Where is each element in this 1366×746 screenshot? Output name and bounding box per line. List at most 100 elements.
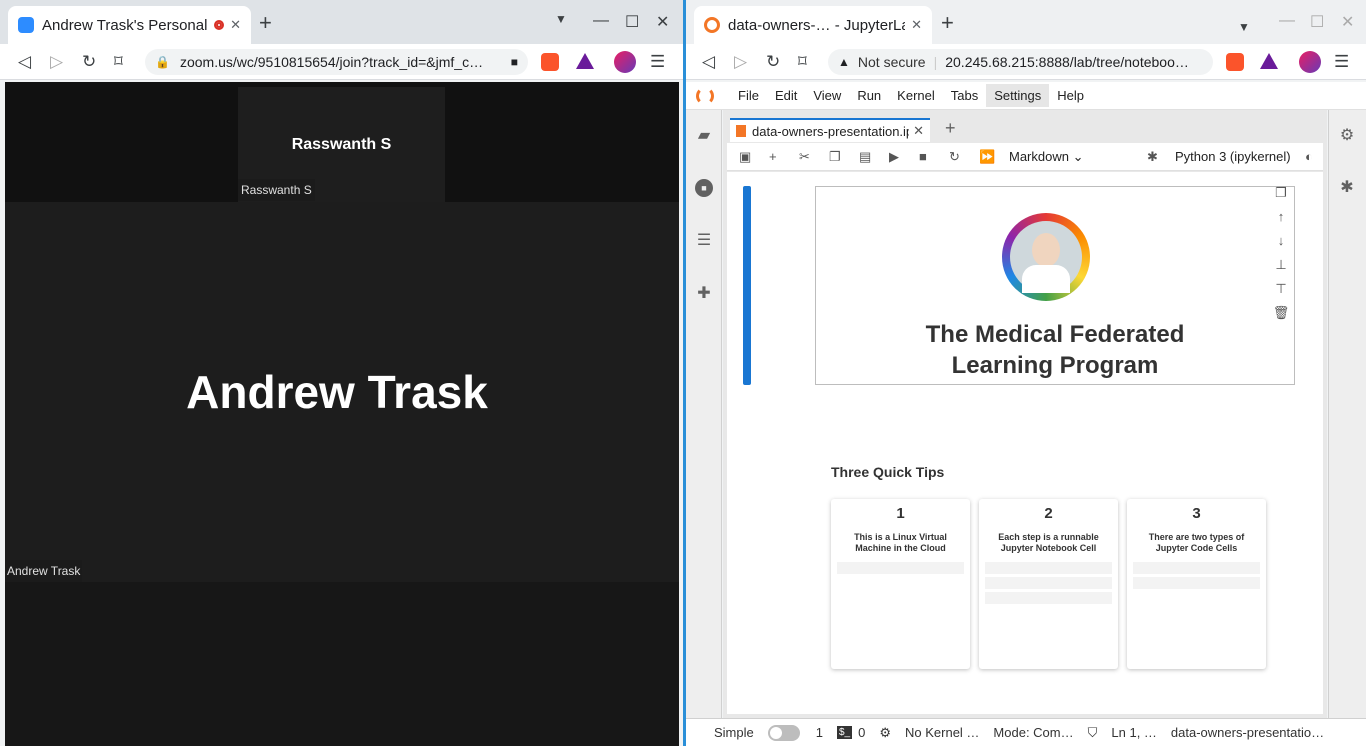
new-tab-icon[interactable]: + [259,12,272,34]
reload-icon[interactable]: ↻ [766,52,780,72]
cell-type-select[interactable]: Markdown ⌄ [1009,149,1083,165]
tab-search-icon[interactable]: ▼ [1238,20,1250,34]
forward-icon[interactable]: ▷ [50,52,63,72]
main-participant-label: Andrew Trask [5,560,83,582]
tab-title: data-owners-… - JupyterLab [728,16,906,34]
address-bar[interactable]: 🔒 zoom.us/wc/9510815654/join?track_id=&j… [145,49,528,75]
simple-mode-toggle[interactable] [767,724,800,741]
extension-icon[interactable]: ✚ [695,285,713,303]
tip-body [837,562,964,589]
delete-cell-icon[interactable]: 🗑 [1271,301,1291,325]
jupyter-menubar: File Edit View Run Kernel Tabs Settings … [686,82,1366,110]
kernel-status-icon: ◐ [1305,149,1313,164]
program-logo [1002,213,1090,301]
brave-rewards-icon[interactable] [576,53,594,69]
new-launcher-icon[interactable]: + [945,118,956,139]
duplicate-cell-icon[interactable]: ❐ [1271,181,1291,205]
minimize-icon[interactable]: — [593,12,609,30]
bookmark-icon[interactable]: ⌑ [114,52,123,72]
markdown-cell[interactable]: The Medical Federated Learning Program ❐… [815,185,1295,385]
notebook-icon [736,125,746,137]
brave-shields-icon[interactable] [541,53,559,71]
save-icon[interactable]: ▣ [739,149,751,165]
menu-settings[interactable]: Settings [986,84,1050,107]
profile-avatar[interactable] [614,51,636,73]
jupyter-browser-window: data-owners-… - JupyterLab ✕ + ▼ — ☐ ✕ ◁… [683,0,1366,746]
zoom-favicon-icon [18,17,34,33]
terminal-icon: $_ [836,726,853,739]
profile-avatar[interactable] [1299,51,1321,73]
back-icon[interactable]: ◁ [18,52,31,72]
left-sidebar: ▰ ■ ☰ ✚ [686,110,722,718]
minimize-icon[interactable]: — [1279,12,1295,30]
jupyter-tab[interactable]: data-owners-… - JupyterLab ✕ [694,6,932,44]
notebook-tab-title: data-owners-presentation.ipynb [752,123,909,139]
menu-icon[interactable]: ☰ [1334,52,1349,72]
forward-icon[interactable]: ▷ [734,52,747,72]
insert-below-icon[interactable]: ⊤ [1271,277,1291,301]
close-window-icon[interactable]: ✕ [1341,12,1354,32]
kernel-name[interactable]: Python 3 (ipykernel) [1175,149,1291,165]
copy-icon[interactable]: ❐ [829,149,841,165]
close-notebook-icon[interactable]: ✕ [913,123,924,139]
cell-toolbar: ❐ ↑ ↓ ⊥ ⊤ 🗑 [1271,181,1291,325]
bookmark-icon[interactable]: ⌑ [798,52,807,72]
address-bar[interactable]: ▲ Not secure | 20.245.68.215:8888/lab/tr… [828,49,1213,75]
debugger-icon[interactable]: ✱ [1338,179,1356,197]
tip-card: 1 This is a Linux Virtual Machine in the… [831,499,970,669]
separator: | [933,54,938,70]
back-icon[interactable]: ◁ [702,52,715,72]
menu-edit[interactable]: Edit [767,84,805,107]
insert-cell-icon[interactable]: + [769,149,777,165]
close-window-icon[interactable]: ✕ [656,12,669,32]
maximize-icon[interactable]: ☐ [625,12,639,32]
new-tab-icon[interactable]: + [941,12,954,34]
security-label: Not secure [857,54,926,70]
maximize-icon[interactable]: ☐ [1310,12,1324,32]
meeting-footer [5,582,679,746]
tab-search-icon[interactable]: ▼ [555,12,567,26]
folder-icon[interactable]: ▰ [695,127,713,145]
menu-tabs[interactable]: Tabs [943,84,986,107]
tab-strip: Andrew Trask's Personal ✕ + ▼ — ☐ ✕ [0,0,683,44]
menu-view[interactable]: View [805,84,849,107]
menu-kernel[interactable]: Kernel [889,84,943,107]
zoom-tab[interactable]: Andrew Trask's Personal ✕ [8,6,251,44]
browser-toolbar: ◁ ▷ ↻ ⌑ ▲ Not secure | 20.245.68.215:888… [686,44,1366,80]
trusted-icon: ⛉ [1087,724,1098,740]
close-tab-icon[interactable]: ✕ [230,17,241,33]
paste-icon[interactable]: ▤ [859,149,871,165]
notebook-toolbar: ▣ + ✂ ❐ ▤ ▶ ■ ↻ ⏩ Markdown ⌄ ✱ Python 3 … [727,143,1323,171]
restart-icon[interactable]: ↻ [949,149,960,165]
property-inspector-icon[interactable]: ⚙ [1338,127,1356,145]
cell-title: The Medical Federated Learning Program [925,321,1185,379]
active-video[interactable]: Andrew Trask [5,202,679,582]
menu-run[interactable]: Run [849,84,889,107]
menu-file[interactable]: File [730,84,767,107]
run-all-icon[interactable]: ⏩ [979,149,995,165]
insert-above-icon[interactable]: ⊥ [1271,253,1291,277]
stop-icon[interactable]: ■ [919,149,927,165]
move-up-icon[interactable]: ↑ [1271,205,1291,229]
running-icon[interactable]: ■ [695,179,713,197]
active-cell-indicator[interactable] [743,186,751,385]
brave-rewards-icon[interactable] [1260,53,1278,69]
speaker-name: Rasswanth S [291,135,392,153]
move-down-icon[interactable]: ↓ [1271,229,1291,253]
menu-help[interactable]: Help [1049,84,1092,107]
menu-icon[interactable]: ☰ [650,52,665,72]
url-text: zoom.us/wc/9510815654/join?track_id=&jmf… [179,54,484,70]
cursor-position[interactable]: Ln 1, … [1111,725,1157,740]
url-text: 20.245.68.215:8888/lab/tree/noteboo… [945,54,1189,70]
recording-icon [214,20,225,30]
run-icon[interactable]: ▶ [889,149,899,165]
kernel-state[interactable]: No Kernel … [905,725,979,740]
notebook-body: The Medical Federated Learning Program ❐… [727,172,1323,714]
cut-icon[interactable]: ✂ [799,149,810,165]
bug-icon[interactable]: ✱ [1147,149,1158,165]
notebook-tab[interactable]: data-owners-presentation.ipynb ✕ [730,118,930,142]
toc-icon[interactable]: ☰ [695,232,713,250]
brave-shields-icon[interactable] [1226,53,1244,71]
reload-icon[interactable]: ↻ [82,52,96,72]
close-tab-icon[interactable]: ✕ [911,17,922,33]
